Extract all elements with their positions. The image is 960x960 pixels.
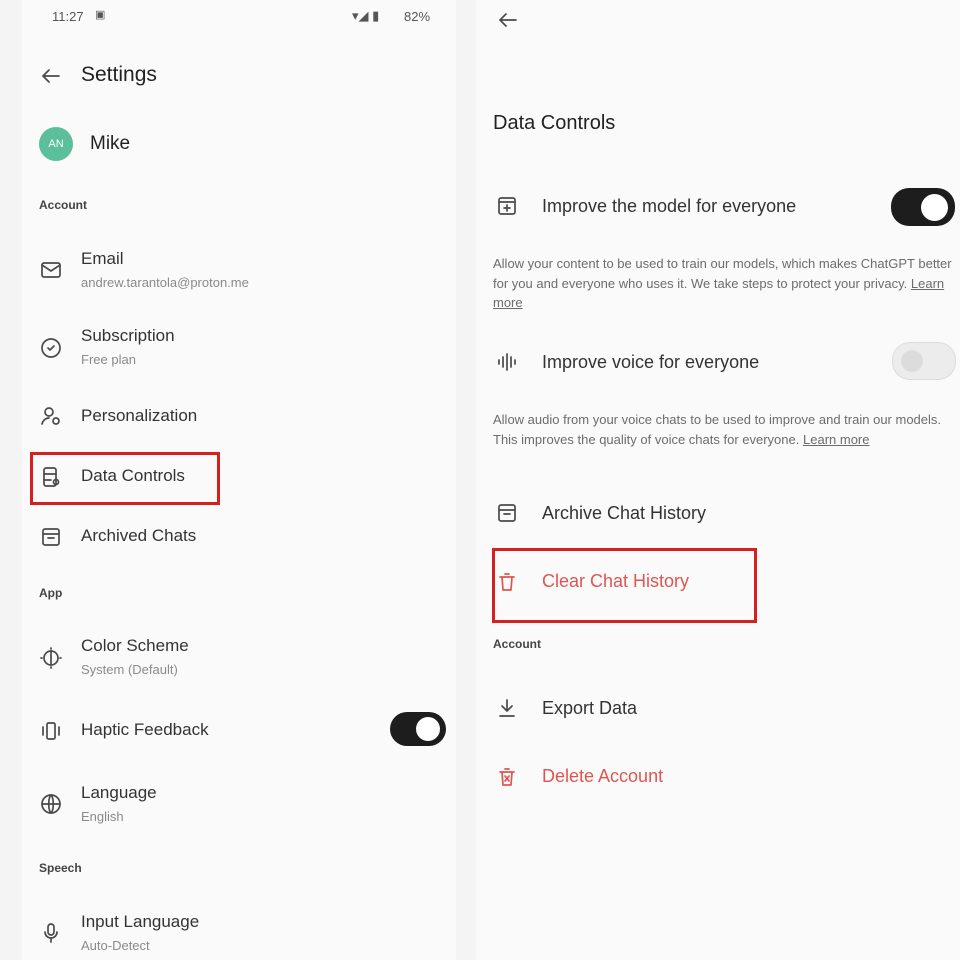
trash-icon [494, 764, 520, 790]
learn-more-link[interactable]: Learn more [803, 432, 869, 447]
section-account: Account [493, 637, 541, 651]
status-time: 11:27 [52, 9, 84, 24]
archive-icon [38, 524, 64, 550]
toggle-knob [921, 194, 948, 221]
data-controls-title: Data Controls [493, 112, 616, 134]
haptic-feedback-toggle[interactable] [390, 712, 446, 746]
section-account: Account [39, 198, 87, 212]
globe-icon [38, 791, 64, 817]
archived-chats-label[interactable]: Archived Chats [81, 526, 196, 546]
settings-title: Settings [81, 63, 157, 86]
vibration-icon [38, 718, 64, 744]
back-arrow-icon[interactable] [495, 7, 521, 33]
archive-chat-history-button[interactable]: Archive Chat History [542, 503, 706, 524]
battery-level: 82% [404, 9, 431, 24]
language-label[interactable]: Language [81, 783, 157, 803]
archive-icon [494, 500, 520, 526]
input-language-label[interactable]: Input Language [81, 912, 199, 932]
toggle-knob [901, 350, 923, 372]
waveform-icon [494, 349, 520, 375]
avatar[interactable]: AN [39, 127, 73, 161]
language-value: English [81, 809, 124, 824]
notification-icon: ▣ [95, 9, 106, 21]
improve-model-icon [494, 193, 520, 219]
mail-icon [38, 257, 64, 283]
input-language-value: Auto-Detect [81, 938, 150, 953]
subscription-label[interactable]: Subscription [81, 326, 175, 346]
screenshot-composite: 11:27 ▣ ▾◢ ▮ 82% Settings AN Mike Accoun… [0, 0, 960, 960]
data-controls-screen: Data Controls Improve the model for ever… [476, 0, 960, 960]
email-value: andrew.tarantola@proton.me [81, 275, 249, 290]
improve-voice-label[interactable]: Improve voice for everyone [542, 352, 759, 373]
improve-model-description: Allow your content to be used to train o… [493, 256, 952, 310]
section-app: App [39, 586, 63, 600]
export-data-button[interactable]: Export Data [542, 698, 637, 719]
toggle-knob [416, 717, 440, 741]
personalization-icon [38, 403, 64, 429]
signal-icons: ▾◢ ▮ [352, 8, 380, 23]
clear-chat-history-highlight [492, 548, 757, 623]
subscription-value: Free plan [81, 352, 136, 367]
improve-voice-toggle[interactable] [892, 342, 956, 380]
color-scheme-icon [38, 645, 64, 671]
color-scheme-value: System (Default) [81, 662, 178, 677]
section-speech: Speech [39, 861, 82, 875]
improve-voice-description: Allow audio from your voice chats to be … [493, 412, 942, 447]
back-arrow-icon[interactable] [38, 63, 64, 89]
improve-model-label[interactable]: Improve the model for everyone [542, 196, 796, 217]
improve-model-toggle[interactable] [891, 188, 955, 226]
personalization-label[interactable]: Personalization [81, 406, 197, 426]
haptic-feedback-label[interactable]: Haptic Feedback [81, 720, 209, 740]
download-icon [494, 695, 520, 721]
subscription-icon [38, 335, 64, 361]
profile-name[interactable]: Mike [90, 133, 130, 155]
settings-screen: 11:27 ▣ ▾◢ ▮ 82% Settings AN Mike Accoun… [22, 0, 456, 960]
email-label[interactable]: Email [81, 249, 124, 269]
color-scheme-label[interactable]: Color Scheme [81, 636, 189, 656]
microphone-icon [38, 920, 64, 946]
data-controls-highlight [30, 452, 220, 505]
delete-account-button[interactable]: Delete Account [542, 766, 663, 787]
